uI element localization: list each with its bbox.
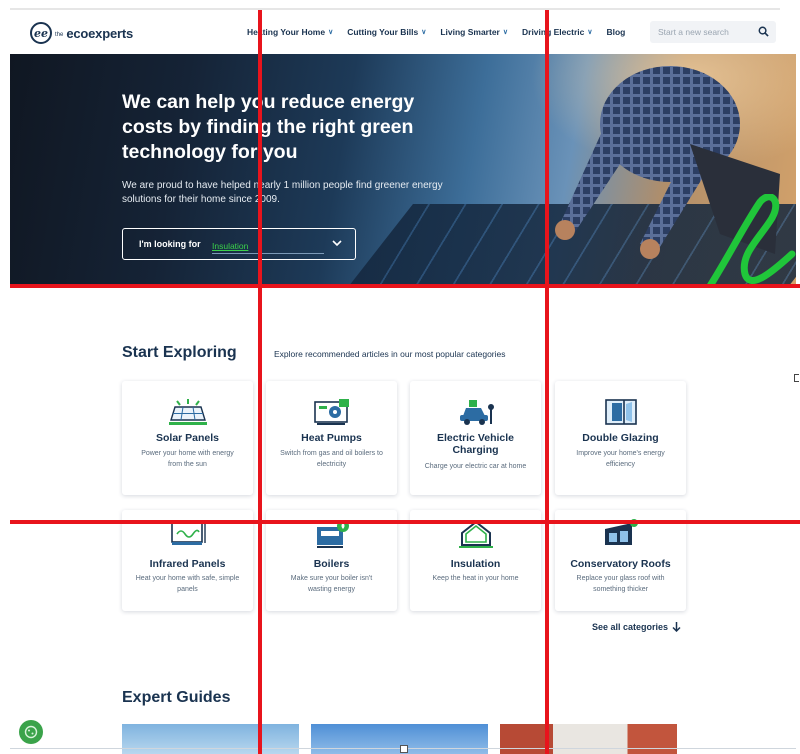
looking-for-label: I'm looking for [139,239,201,249]
nav-living-smarter[interactable]: Living Smarter ∨ [440,27,508,37]
category-card-double-glazing[interactable]: Double Glazing Improve your home's energ… [555,381,686,495]
looking-for-underline [212,253,324,254]
nav-driving-electric[interactable]: Driving Electric ∨ [522,27,592,37]
card-title: Infrared Panels [149,558,226,570]
nav-label: Driving Electric [522,27,585,37]
search-box [650,21,776,43]
search-icon[interactable] [758,26,769,37]
card-description: Switch from gas and oil boilers to elect… [280,450,383,468]
category-card-heat-pumps[interactable]: Heat Pumps Switch from gas and oil boile… [266,381,397,495]
grid-line-horizontal [10,284,800,288]
card-title: Heat Pumps [301,432,362,444]
nav-blog[interactable]: Blog [606,27,625,37]
window-icon [604,399,637,425]
brand-swoosh-icon [706,194,796,287]
card-description: Make sure your boiler isn't wasting ener… [290,575,373,593]
grid-line-horizontal [10,520,800,524]
nav-label: Blog [606,27,626,37]
heat-pump-icon [313,399,349,425]
card-title: Insulation [450,558,501,570]
solar-panel-icon [168,399,207,425]
chevron-down-icon [332,240,342,247]
logo-prefix: the [55,32,64,38]
logo-mark-icon: ee [30,22,52,44]
card-title: Electric Vehicle Charging [436,432,515,456]
looking-for-value[interactable]: Insulation [212,241,248,251]
card-description: Keep the heat in your home [432,575,519,582]
hero-banner: We can help you reduce energy costs by f… [10,54,796,287]
nav-label: Living Smarter [440,27,500,37]
cookie-icon [24,725,38,739]
start-exploring-subtitle: Explore recommended articles in our most… [274,349,506,359]
chevron-down-icon: ∨ [421,29,427,36]
grid-line-vertical [258,10,262,754]
category-card-infrared-panels[interactable]: Infrared Panels Heat your home with safe… [122,510,253,611]
side-resize-handle[interactable] [794,374,799,382]
card-description: Replace your glass roof with something t… [576,575,665,593]
category-card-ev-charging[interactable]: Electric Vehicle Charging Charge your el… [410,381,541,495]
card-description: Improve your home's energy efficiency [576,450,665,468]
category-card-conservatory-roofs[interactable]: Conservatory Roofs Replace your glass ro… [555,510,686,611]
category-card-solar-panels[interactable]: Solar Panels Power your home with energy… [122,381,253,495]
ev-charger-icon [459,400,494,425]
guide-card-image[interactable] [122,724,299,754]
start-exploring-heading: Start Exploring [122,344,237,361]
card-title: Double Glazing [582,432,659,444]
site-logo[interactable]: ee the ecoexperts [30,22,133,44]
card-title: Boilers [313,558,350,570]
search-input[interactable] [658,25,754,39]
logo-text: ecoexperts [66,25,133,41]
nav-label: Cutting Your Bills [347,27,419,37]
grid-line-vertical [545,10,549,754]
expert-guides-heading: Expert Guides [122,689,231,706]
chevron-down-icon: ∨ [502,29,508,36]
card-description: Charge your electric car at home [424,463,527,470]
category-card-boilers[interactable]: Boilers Make sure your boiler isn't wast… [266,510,397,611]
resize-handle[interactable] [400,745,408,753]
see-all-label: See all categories [592,622,669,632]
card-title: Solar Panels [155,432,220,444]
see-all-categories-link[interactable]: See all categories [592,622,681,632]
chevron-down-icon: ∨ [587,29,593,36]
cookie-settings-button[interactable] [19,720,43,744]
arrow-down-icon [672,622,681,632]
guide-card-image[interactable] [500,724,677,754]
site-header: ee the ecoexperts Heating Your Home ∨ Cu… [10,10,788,54]
hero-title: We can help you reduce energy costs by f… [122,91,415,163]
main-nav: Heating Your Home ∨ Cutting Your Bills ∨… [247,27,625,37]
hero-subtitle: We are proud to have helped nearly 1 mil… [122,180,443,205]
chevron-down-icon: ∨ [328,29,334,36]
category-card-insulation[interactable]: Insulation Keep the heat in your home [410,510,541,611]
card-description: Heat your home with safe, simple panels [135,575,240,593]
nav-cutting-your-bills[interactable]: Cutting Your Bills ∨ [347,27,426,37]
looking-for-dropdown[interactable]: I'm looking for Insulation [122,228,356,260]
card-description: Power your home with energy from the sun [141,450,234,468]
card-title: Conservatory Roofs [570,558,671,570]
